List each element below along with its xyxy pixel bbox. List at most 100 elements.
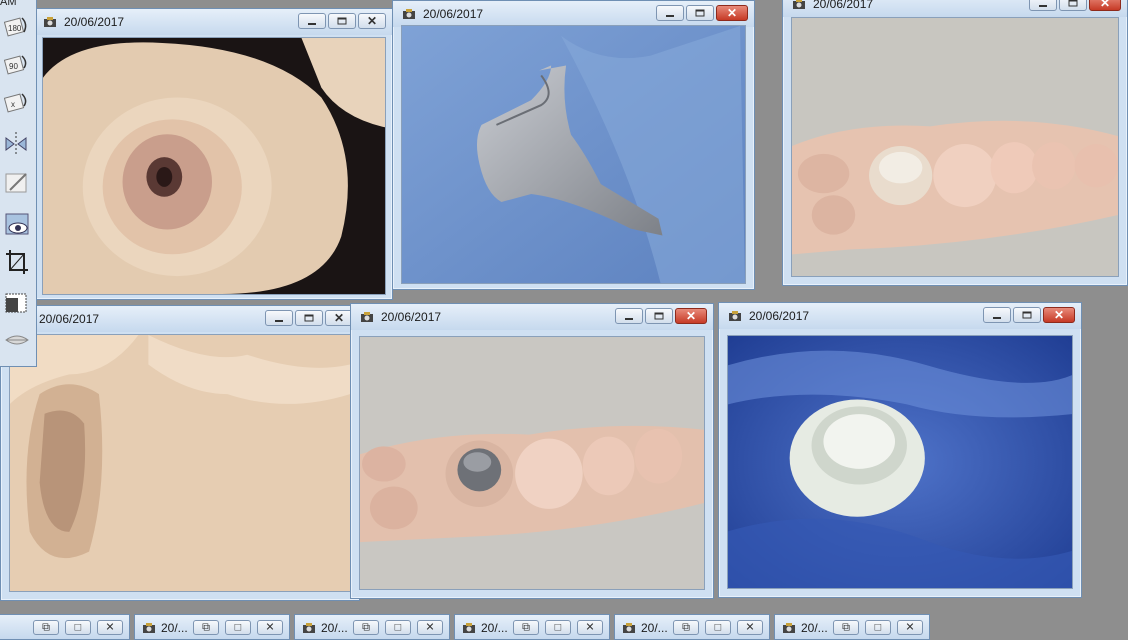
rotate-x-label: x <box>11 100 15 109</box>
close-button[interactable]: ✕ <box>1089 0 1121 11</box>
close-button[interactable]: ✕ <box>737 620 763 635</box>
minimized-window-6[interactable]: 20/... ⧉ □ ✕ <box>774 614 930 640</box>
maximize-button[interactable]: □ <box>65 620 91 635</box>
minimize-icon <box>625 318 633 320</box>
restore-icon: ⧉ <box>42 621 50 633</box>
photo-window-3[interactable]: 20/06/2017 ✕ <box>782 0 1128 286</box>
photo-window-4[interactable]: 20/06/2017 ✕ <box>0 305 360 601</box>
photo-window-6[interactable]: 20/06/2017 ✕ <box>718 302 1082 598</box>
camera-icon <box>781 620 797 636</box>
camera-icon <box>301 620 317 636</box>
close-button[interactable]: ✕ <box>577 620 603 635</box>
title-bar[interactable]: 20/06/2017 ✕ <box>393 1 754 27</box>
window-title: 20/06/2017 <box>423 7 484 21</box>
restore-button[interactable]: ⧉ <box>833 620 859 635</box>
minimized-window-3[interactable]: 20/... ⧉ □ ✕ <box>294 614 450 640</box>
photo-crown-on-model <box>791 17 1119 277</box>
maximize-button[interactable]: □ <box>705 620 731 635</box>
restore-button[interactable]: ⧉ <box>33 620 59 635</box>
close-button[interactable]: ✕ <box>97 620 123 635</box>
photo-window-2[interactable]: 20/06/2017 ✕ <box>392 0 755 290</box>
close-button[interactable]: ✕ <box>358 13 386 29</box>
close-button[interactable]: ✕ <box>325 310 353 326</box>
maximize-button[interactable] <box>295 310 323 326</box>
maximize-button[interactable] <box>328 13 356 29</box>
restore-button[interactable]: ⧉ <box>193 620 219 635</box>
minimize-button[interactable] <box>298 13 326 29</box>
image-tools-toolbar: AM 180 90 x <box>0 0 37 367</box>
minimized-window-label: 20/... <box>161 621 188 635</box>
restore-button[interactable]: ⧉ <box>353 620 379 635</box>
restore-icon: ⧉ <box>522 621 530 633</box>
minimize-button[interactable] <box>656 5 684 21</box>
rotate-x-icon[interactable]: x <box>3 88 30 116</box>
maximize-button[interactable]: □ <box>225 620 251 635</box>
minimize-button[interactable] <box>615 308 643 324</box>
close-button[interactable]: ✕ <box>257 620 283 635</box>
maximize-button[interactable] <box>1059 0 1087 11</box>
photo-window-1[interactable]: 20/06/2017 ✕ <box>33 8 393 300</box>
minimized-window-2[interactable]: 20/... ⧉ □ ✕ <box>134 614 290 640</box>
close-button[interactable]: ✕ <box>675 308 707 324</box>
maximize-button[interactable] <box>645 308 673 324</box>
minimize-button[interactable] <box>983 307 1011 323</box>
window-title: 20/06/2017 <box>64 15 125 29</box>
minimize-icon <box>666 15 674 17</box>
close-icon: ✕ <box>1053 308 1065 322</box>
lips-icon[interactable] <box>4 326 30 354</box>
camera-icon <box>461 620 477 636</box>
camera-icon <box>359 309 375 325</box>
maximize-button[interactable]: □ <box>385 620 411 635</box>
eye-icon[interactable] <box>4 210 30 238</box>
minimized-window-label: 20/... <box>801 621 828 635</box>
photo-metal-core-on-model <box>359 336 705 590</box>
camera-icon <box>727 308 743 324</box>
maximize-button[interactable]: □ <box>545 620 571 635</box>
rotate-180-icon[interactable]: 180 <box>3 12 30 40</box>
pen-icon[interactable] <box>4 168 30 196</box>
rotate-90-label: 90 <box>9 62 18 71</box>
window-title: 20/06/2017 <box>381 310 442 324</box>
minimized-windows-bar: ⧉ □ ✕ 20/... ⧉ □ ✕ 20/... ⧉ □ ✕ 20/... ⧉… <box>0 614 1128 640</box>
maximize-icon: □ <box>874 621 882 633</box>
maximize-button[interactable]: □ <box>865 620 891 635</box>
minimize-icon <box>993 317 1001 319</box>
minimized-window-label: 20/... <box>481 621 508 635</box>
minimized-window-1[interactable]: ⧉ □ ✕ <box>0 614 130 640</box>
contrast-icon[interactable] <box>4 288 30 316</box>
minimized-window-4[interactable]: 20/... ⧉ □ ✕ <box>454 614 610 640</box>
photo-window-5[interactable]: 20/06/2017 ✕ <box>350 303 714 599</box>
maximize-button[interactable] <box>686 5 714 21</box>
close-button[interactable]: ✕ <box>1043 307 1075 323</box>
maximize-button[interactable] <box>1013 307 1041 323</box>
window-title: 20/06/2017 <box>749 309 810 323</box>
maximize-icon <box>1068 0 1078 7</box>
maximize-icon: □ <box>554 621 562 633</box>
close-button[interactable]: ✕ <box>417 620 443 635</box>
minimize-button[interactable] <box>265 310 293 326</box>
restore-button[interactable]: ⧉ <box>673 620 699 635</box>
photo-metal-post-core <box>401 25 746 284</box>
photo-ceramic-crown-in-glove <box>727 335 1073 589</box>
rotate-90-icon[interactable]: 90 <box>3 50 30 78</box>
flip-icon[interactable] <box>4 130 30 158</box>
close-icon: ✕ <box>1099 0 1111 10</box>
close-icon: ✕ <box>685 309 697 323</box>
restore-button[interactable]: ⧉ <box>513 620 539 635</box>
title-bar[interactable]: 20/06/2017 ✕ <box>351 304 713 330</box>
minimized-window-5[interactable]: 20/... ⧉ □ ✕ <box>614 614 770 640</box>
camera-icon <box>42 14 58 30</box>
close-icon: ✕ <box>366 14 378 28</box>
minimize-button[interactable] <box>1029 0 1057 11</box>
close-icon: ✕ <box>333 311 345 325</box>
close-button[interactable]: ✕ <box>897 620 923 635</box>
crop-icon[interactable] <box>4 248 30 276</box>
minimized-window-label: 20/... <box>641 621 668 635</box>
title-bar[interactable]: 20/06/2017 ✕ <box>34 9 392 35</box>
window-title: 20/06/2017 <box>39 312 100 326</box>
title-bar[interactable]: 20/06/2017 ✕ <box>783 0 1127 17</box>
close-button[interactable]: ✕ <box>716 5 748 21</box>
title-bar[interactable]: 20/06/2017 ✕ <box>1 306 359 332</box>
title-bar[interactable]: 20/06/2017 ✕ <box>719 303 1081 329</box>
minimize-icon <box>308 23 316 25</box>
